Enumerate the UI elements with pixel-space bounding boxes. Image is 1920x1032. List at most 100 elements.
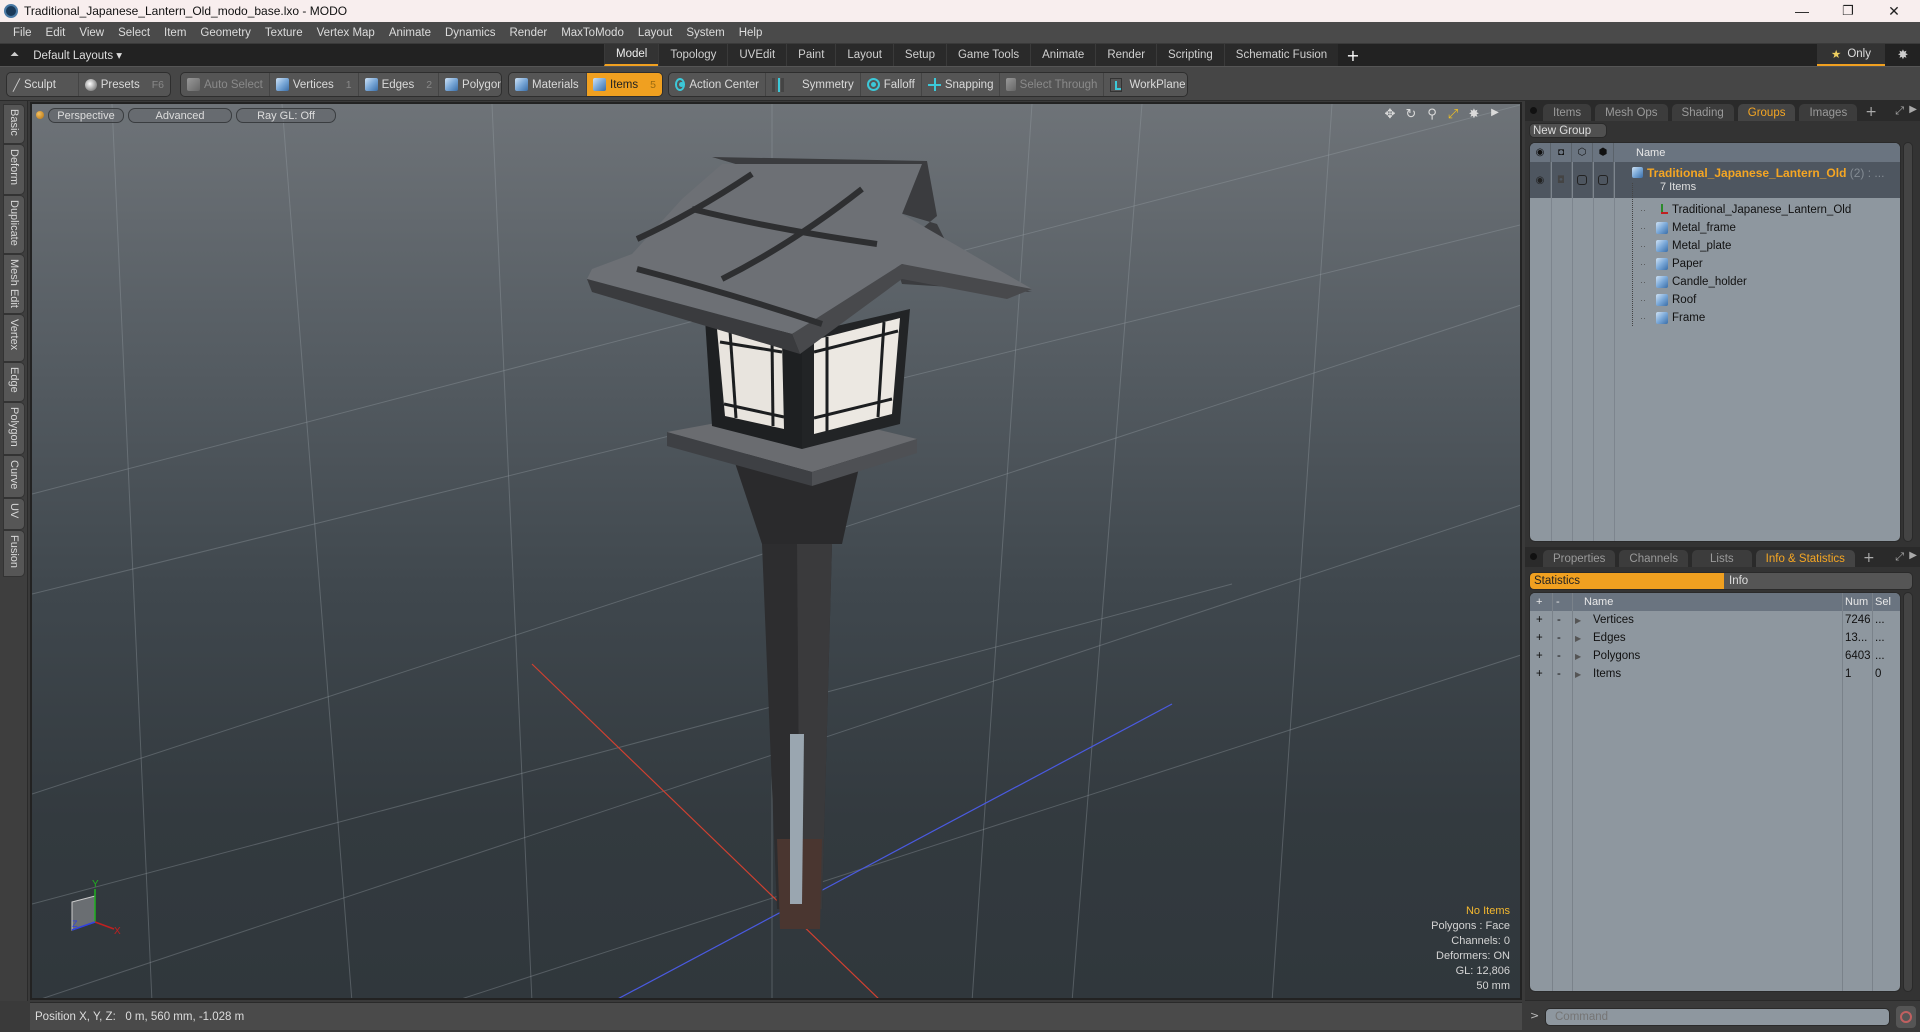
vertices-button[interactable]: Vertices 1 [270,73,359,96]
group-item-row[interactable]: ·· Traditional_Japanese_Lantern_Old [1640,201,1851,219]
maximize-button[interactable]: ❐ [1825,0,1871,22]
viewport-menu-arrow-icon[interactable]: ▶ [1488,107,1502,122]
shading-mode-button[interactable]: Advanced [128,108,232,123]
expand-info-panel-icon[interactable]: ⤢ [1895,550,1904,564]
3d-viewport[interactable]: Y X Z Perspective Advanced Ray GL: Off ✥… [30,102,1522,1000]
menu-layout[interactable]: Layout [631,27,680,39]
menu-animate[interactable]: Animate [382,27,438,39]
snapping-button[interactable]: Snapping [922,73,1001,96]
layout-tab-animate[interactable]: Animate [1030,44,1096,66]
close-button[interactable]: ✕ [1871,0,1917,22]
group-render-camera-icon[interactable]: ◘ [1551,162,1572,198]
menu-texture[interactable]: Texture [258,27,310,39]
tab-channels[interactable]: Channels [1619,550,1689,567]
menu-view[interactable]: View [72,27,111,39]
menu-select[interactable]: Select [111,27,157,39]
items-button[interactable]: Items 5 [587,73,662,96]
tab-info-statistics[interactable]: Info & Statistics [1755,550,1855,567]
left-tab-curve[interactable]: Curve [3,455,25,498]
expand-all-header[interactable]: + [1536,593,1542,611]
stats-row-polygons[interactable]: + - ▶ Polygons 6403 ... [1530,647,1900,665]
left-tab-polygon[interactable]: Polygon [3,402,25,455]
layout-tab-setup[interactable]: Setup [892,44,946,66]
menu-system[interactable]: System [679,27,731,39]
tab-shading[interactable]: Shading [1671,104,1734,121]
left-tab-basic[interactable]: Basic [3,104,25,144]
tab-images[interactable]: Images [1799,104,1858,121]
menu-edit[interactable]: Edit [39,27,73,39]
left-tab-vertex[interactable]: Vertex [3,314,25,362]
layout-tab-scripting[interactable]: Scripting [1156,44,1224,66]
menu-geometry[interactable]: Geometry [193,27,258,39]
group-item-row[interactable]: ·· Roof [1640,291,1696,309]
group-item-row[interactable]: ·· Metal_frame [1640,219,1736,237]
tab-items[interactable]: Items [1543,104,1592,121]
command-record-button[interactable] [1896,1006,1916,1028]
stats-row-vertices[interactable]: + - ▶ Vertices 7246 ... [1530,611,1900,629]
layout-tab-model[interactable]: Model [604,44,659,66]
only-toggle-button[interactable]: ★ Only [1817,44,1885,66]
falloff-button[interactable]: Falloff [861,73,922,96]
menu-dynamics[interactable]: Dynamics [438,27,502,39]
visibility-column-eye-icon[interactable]: ◉ [1530,143,1551,162]
left-tab-fusion[interactable]: Fusion [3,530,25,577]
left-tab-deform[interactable]: Deform [3,144,25,195]
group-lock-toggle[interactable] [1572,162,1593,198]
layout-tab-render[interactable]: Render [1095,44,1157,66]
menu-item[interactable]: Item [157,27,193,39]
panel-menu-arrow-icon[interactable]: ▶ [1909,104,1917,115]
viewport-options-dot[interactable] [36,111,44,119]
menu-help[interactable]: Help [732,27,770,39]
expand-arrow-icon[interactable]: ▶ [1575,647,1581,665]
command-input[interactable] [1545,1008,1890,1026]
select-through-button[interactable]: Select Through [1000,73,1105,96]
name-column-header[interactable]: Name [1636,147,1665,159]
info-panel-menu-arrow-icon[interactable]: ▶ [1909,550,1917,561]
tab-groups[interactable]: Groups [1737,104,1796,121]
gear-icon[interactable]: ✸ [1893,44,1913,66]
group-item-row[interactable]: ·· Metal_plate [1640,237,1731,255]
render-column-camera-icon[interactable]: ◘ [1551,143,1572,162]
tab-lists[interactable]: Lists [1692,550,1752,567]
group-visibility-eye-icon[interactable]: ◉ [1530,162,1551,198]
rotate-icon[interactable]: ↻ [1404,107,1418,122]
left-tab-uv[interactable]: UV [3,498,25,530]
new-group-button[interactable]: New Group [1529,123,1607,138]
viewport-settings-gear-icon[interactable]: ✸ [1467,107,1481,122]
group-row[interactable]: ◉ ◘ Traditional_Japanese_Lantern_Old (2)… [1530,162,1900,198]
layouts-dropdown[interactable]: ⏶ Default Layouts ▾ [10,44,122,66]
tab-mesh-ops[interactable]: Mesh Ops [1595,104,1668,121]
expand-panel-icon[interactable]: ⤢ [1895,104,1904,118]
layout-tab-topology[interactable]: Topology [658,44,728,66]
expand-arrow-icon[interactable]: ▶ [1575,665,1581,683]
layout-tab-game-tools[interactable]: Game Tools [945,44,1031,66]
info-tab[interactable]: Info [1724,573,1912,589]
menu-render[interactable]: Render [502,27,554,39]
polygons-button[interactable]: Polygons [439,73,501,96]
add-tab-button[interactable]: + [1861,104,1881,121]
menu-maxtomodo[interactable]: MaxToModo [554,27,631,39]
auto-select-button[interactable]: Auto Select [181,73,270,96]
select-column-icon[interactable]: ⬢ [1593,143,1614,162]
layout-tab-schematic-fusion[interactable]: Schematic Fusion [1223,44,1339,66]
symmetry-button[interactable]: Symmetry [766,73,861,96]
layout-tab-layout[interactable]: Layout [835,44,893,66]
add-layout-tab-button[interactable]: + [1338,44,1367,66]
action-center-button[interactable]: Action Center [669,73,766,96]
statistics-tab[interactable]: Statistics [1530,573,1724,589]
stats-row-edges[interactable]: + - ▶ Edges 13... ... [1530,629,1900,647]
lock-column-icon[interactable]: ⬡ [1572,143,1593,162]
group-item-row[interactable]: ·· Candle_holder [1640,273,1747,291]
panel-options-dot[interactable] [1530,107,1537,114]
group-item-row[interactable]: ·· Paper [1640,255,1703,273]
left-tab-duplicate[interactable]: Duplicate [3,195,25,254]
groups-list-scrollbar[interactable] [1903,142,1913,542]
collapse-all-header[interactable]: - [1556,593,1560,611]
raygl-toggle-button[interactable]: Ray GL: Off [236,108,336,123]
workplane-button[interactable]: WorkPlane [1104,73,1187,96]
presets-button[interactable]: Presets F6 [79,73,170,96]
expand-arrow-icon[interactable]: ▶ [1575,629,1581,647]
group-select-toggle[interactable] [1593,162,1614,198]
left-tab-mesh-edit[interactable]: Mesh Edit [3,254,25,314]
pan-icon[interactable]: ✥ [1383,107,1397,122]
